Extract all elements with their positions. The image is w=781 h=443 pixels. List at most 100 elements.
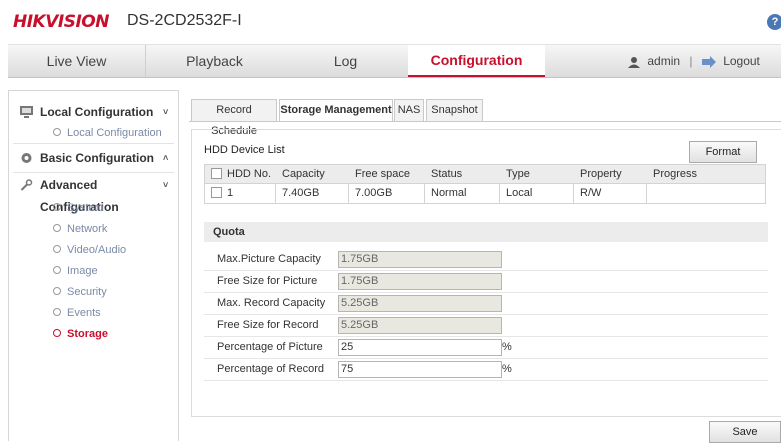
main-nav: Live View Playback Log Configuration adm… <box>8 44 781 78</box>
nav-live-view[interactable]: Live View <box>8 45 145 77</box>
table-row[interactable]: 1 7.40GB 7.00GB Normal Local R/W <box>205 183 765 203</box>
field-label: Free Size for Record <box>217 319 319 331</box>
quota-section-header: Quota <box>204 222 768 242</box>
percent-unit: % <box>502 363 512 375</box>
field-max-picture-capacity: Max.Picture Capacity 1.75GB <box>204 249 768 271</box>
header-property: Property <box>580 168 622 180</box>
bullet-icon <box>53 266 61 275</box>
percentage-record-input[interactable]: 75 <box>338 361 502 378</box>
free-size-record-field: 5.25GB <box>338 317 502 334</box>
table-header: HDD No. Capacity Free space Status Type … <box>205 165 765 183</box>
bullet-icon <box>53 224 61 233</box>
sidebar-local-configuration[interactable]: Local Configuration ˅ <box>9 101 178 123</box>
bullet-icon <box>53 287 61 296</box>
tab-storage-management[interactable]: Storage Management <box>279 99 393 122</box>
sidebar-item-storage[interactable]: Storage <box>53 328 108 340</box>
format-button[interactable]: Format <box>689 141 757 163</box>
field-max-record-capacity: Max. Record Capacity 5.25GB <box>204 293 768 315</box>
cell-status: Normal <box>431 187 467 199</box>
user-icon <box>628 56 640 68</box>
percentage-picture-input[interactable]: 25 <box>338 339 502 356</box>
header-type: Type <box>506 168 530 180</box>
percent-unit: % <box>502 341 512 353</box>
tab-record-schedule[interactable]: Record Schedule <box>191 99 277 137</box>
divider <box>13 143 174 144</box>
cell-property: R/W <box>580 187 602 199</box>
cell-free-space: 7.00GB <box>355 187 393 199</box>
sidebar-item-local-configuration[interactable]: Local Configuration <box>53 127 162 139</box>
config-sidebar: Local Configuration ˅ Local Configuratio… <box>8 90 179 441</box>
free-size-picture-field: 1.75GB <box>338 273 502 290</box>
tab-nas[interactable]: NAS <box>394 99 424 121</box>
header-hdd-no: HDD No. <box>211 165 271 183</box>
quota-title: Quota <box>213 226 245 238</box>
logout-link[interactable]: Logout <box>723 54 760 68</box>
wrench-icon <box>20 179 33 191</box>
device-model: DS-2CD2532F-I <box>127 12 242 29</box>
field-label: Max. Record Capacity <box>217 297 326 309</box>
max-record-capacity-field: 5.25GB <box>338 295 502 312</box>
sidebar-heading-label: Local Configuration <box>40 105 154 119</box>
tab-underline <box>189 121 781 122</box>
chevron-down-icon[interactable]: ˅ <box>163 174 168 196</box>
gear-icon <box>21 153 32 163</box>
sidebar-item-security[interactable]: Security <box>53 286 107 298</box>
field-label: Percentage of Picture <box>217 341 323 353</box>
sidebar-item-network[interactable]: Network <box>53 223 107 235</box>
cell-divider <box>499 184 500 203</box>
bullet-icon <box>53 128 61 137</box>
cell-divider <box>646 184 647 203</box>
sidebar-item-events[interactable]: Events <box>53 307 101 319</box>
header-capacity: Capacity <box>282 168 325 180</box>
app-header: HIKVISION DS-2CD2532F-I ? <box>0 0 781 44</box>
sidebar-heading-label: Basic Configuration <box>40 151 155 165</box>
bullet-icon <box>53 329 61 338</box>
row-checkbox[interactable] <box>211 186 222 198</box>
divider <box>13 172 174 173</box>
monitor-icon <box>20 106 33 118</box>
field-label: Max.Picture Capacity <box>217 253 321 265</box>
brand-logo: HIKVISION <box>13 12 109 32</box>
main-content: Record Schedule Storage Management NAS S… <box>189 90 781 443</box>
bullet-icon <box>53 245 61 254</box>
cell-divider <box>348 184 349 203</box>
nav-log[interactable]: Log <box>283 45 408 77</box>
header-free-space: Free space <box>355 168 411 180</box>
storage-panel: HDD Device List Format HDD No. Capacity … <box>191 129 781 417</box>
sidebar-basic-configuration[interactable]: Basic Configuration ˄ <box>9 147 178 169</box>
sidebar-item-video-audio[interactable]: Video/Audio <box>53 244 126 256</box>
field-percentage-record: Percentage of Record 75 % <box>204 359 768 381</box>
header-status: Status <box>431 168 463 180</box>
cell-divider <box>573 184 574 203</box>
max-picture-capacity-field: 1.75GB <box>338 251 502 268</box>
bullet-icon <box>53 308 61 317</box>
chevron-up-icon[interactable]: ˄ <box>163 147 168 169</box>
field-label: Free Size for Picture <box>217 275 318 287</box>
field-percentage-picture: Percentage of Picture 25 % <box>204 337 768 359</box>
field-free-size-picture: Free Size for Picture 1.75GB <box>204 271 768 293</box>
cell-divider <box>424 184 425 203</box>
select-all-checkbox[interactable] <box>211 167 222 179</box>
cell-capacity: 7.40GB <box>282 187 320 199</box>
help-icon[interactable]: ? <box>767 14 781 30</box>
user-area: admin | Logout <box>628 45 760 77</box>
nav-playback[interactable]: Playback <box>146 45 283 77</box>
bullet-icon <box>53 203 61 212</box>
cell-type: Local <box>506 187 533 199</box>
user-separator: | <box>689 54 693 68</box>
nav-configuration[interactable]: Configuration <box>408 45 545 77</box>
cell-hdd-no: 1 <box>211 184 233 203</box>
hdd-list-title: HDD Device List <box>204 144 285 156</box>
username: admin <box>647 54 681 68</box>
field-label: Percentage of Record <box>217 363 325 375</box>
chevron-down-icon[interactable]: ˅ <box>163 101 168 123</box>
hdd-table: HDD No. Capacity Free space Status Type … <box>204 164 766 204</box>
sidebar-item-image[interactable]: Image <box>53 265 98 277</box>
field-free-size-record: Free Size for Record 5.25GB <box>204 315 768 337</box>
cell-divider <box>275 184 276 203</box>
sidebar-advanced-configuration[interactable]: Advanced Configuration ˅ <box>9 174 178 214</box>
logout-icon[interactable] <box>701 55 716 68</box>
header-progress: Progress <box>653 168 698 180</box>
tab-snapshot[interactable]: Snapshot <box>426 99 483 121</box>
sidebar-item-system[interactable]: System <box>53 202 104 214</box>
